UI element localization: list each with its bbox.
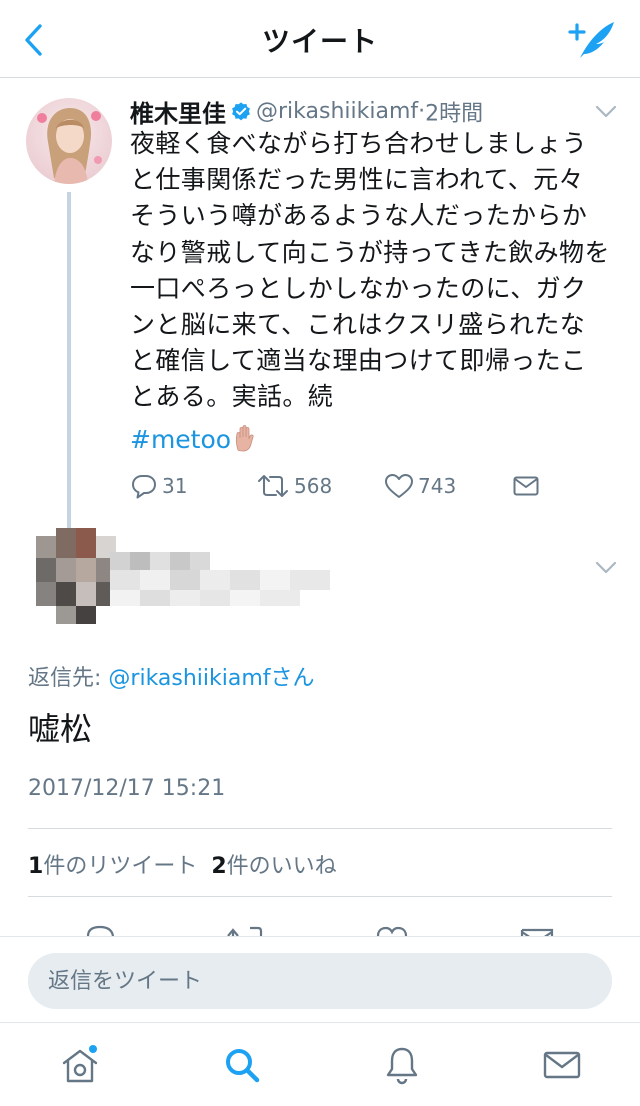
tab-messages[interactable] [540, 1043, 584, 1087]
tab-search[interactable] [220, 1043, 264, 1087]
tweet-line: と確信して適当な理由つけて即帰ったこ [130, 346, 587, 376]
tab-home[interactable] [58, 1043, 102, 1087]
envelope-icon [543, 1051, 581, 1079]
reply-timestamp: 2017/12/17 15:21 [28, 776, 226, 801]
tweet-options-button[interactable] [594, 104, 618, 120]
author-avatar[interactable] [26, 98, 112, 184]
pixelated-reply-avatar [36, 528, 116, 628]
retweet-stat-label: 件のリツイート [43, 854, 198, 879]
envelope-icon [513, 476, 539, 496]
chevron-down-icon [595, 561, 617, 574]
retweet-icon [258, 475, 288, 497]
reply-icon [132, 475, 156, 499]
tab-notifications[interactable] [380, 1043, 424, 1087]
tweet-line: ンと脳に来て、これはクスリ盛られたな [130, 310, 586, 340]
chevron-down-icon [595, 105, 617, 118]
likes-stat-link[interactable]: 2件のいいね [211, 854, 336, 879]
author-handle[interactable]: @rikashiikiamf [256, 99, 418, 124]
search-icon [226, 1049, 260, 1083]
tweet-body: 夜軽く食べながら打ち合わせしましょう と仕事関係だった男性に言われて、元々 そう… [130, 126, 622, 416]
tweet-line: なり警戒して向こうが持ってきた飲み物を [130, 237, 610, 267]
heart-icon [385, 474, 413, 498]
like-stat-label: 件のいいね [226, 854, 337, 879]
divider [28, 896, 612, 897]
bottom-tab-bar [0, 1022, 640, 1106]
like-button[interactable]: 743 [384, 472, 456, 506]
compose-feather-icon [568, 22, 614, 58]
tweet-line: とある。実話。続 [130, 382, 334, 412]
reply-to-suffix: さん [270, 666, 315, 691]
retweet-button[interactable]: 568 [256, 472, 332, 506]
pixelated-reply-author-name [110, 552, 330, 606]
retweet-count: 568 [294, 474, 333, 498]
reply-count: 31 [162, 474, 188, 498]
author-name[interactable]: 椎木里佳 [130, 100, 226, 128]
reply-body: 嘘松 [28, 710, 93, 748]
bell-icon [386, 1047, 418, 1085]
thread-connector-line [67, 192, 71, 532]
tweet-actions: 31 568 743 [130, 472, 610, 506]
top-nav-bar: ツイート [0, 0, 640, 78]
tweet-line: 夜軽く食べながら打ち合わせしましょう [130, 129, 588, 158]
tweet-line: そういう噂があるような人だったからか [130, 201, 588, 231]
reply-to-context: 返信先: @rikashiikiamfさん [28, 660, 315, 692]
tweet-relative-time: 2時間 [425, 101, 484, 127]
engagement-stats: 1件のリツイート 2件のいいね [28, 848, 351, 880]
reply-actions-partial [0, 920, 640, 936]
reply-button[interactable]: 31 [130, 472, 187, 506]
reply-to-prefix: 返信先: [28, 666, 109, 691]
compose-tweet-button[interactable] [566, 18, 618, 62]
raised-hand-emoji-icon [236, 425, 254, 452]
verified-badge-icon [232, 101, 250, 120]
new-content-dot [89, 1045, 97, 1053]
direct-message-button[interactable] [512, 472, 540, 506]
reply-to-mention[interactable]: @rikashiikiamf [108, 666, 270, 691]
tweet-line: 一口ぺろっとしかしなかったのに、ガク [130, 273, 587, 303]
reply-options-button[interactable] [594, 560, 618, 576]
tweet-line: と仕事関係だった男性に言われて、元々 [130, 165, 584, 195]
hashtag-row: #metoo [130, 424, 255, 460]
reply-composer [0, 936, 640, 1022]
like-stat-count: 2 [211, 854, 227, 879]
like-count: 743 [418, 474, 457, 498]
divider [28, 828, 612, 829]
page-title: ツイート [261, 25, 378, 58]
hashtag-link[interactable]: #metoo [130, 425, 231, 454]
retweet-stat-count: 1 [28, 854, 44, 879]
retweets-stat-link[interactable]: 1件のリツイート [28, 854, 197, 879]
home-icon [62, 1045, 98, 1083]
tweet-header: 椎木里佳 @rikashiikiamf·2時間 [130, 94, 483, 128]
reply-input[interactable] [28, 953, 612, 1009]
